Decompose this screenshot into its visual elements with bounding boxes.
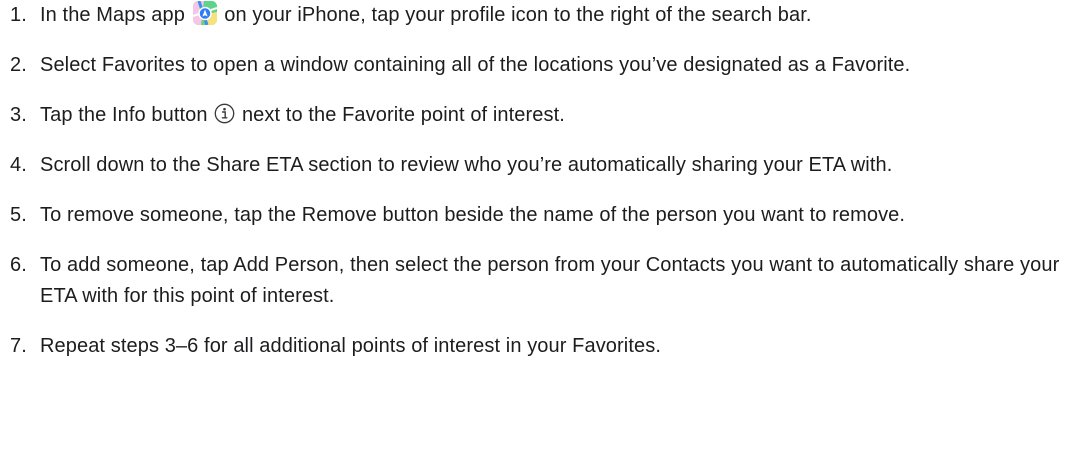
step-3: 3. Tap the Info button next to the Favor… [0,100,1088,131]
step-number: 2. [10,54,27,76]
instruction-steps-list: 1. In the Maps app on your iPhone, tap y… [0,0,1088,362]
step-text: Select Favorites to open a window contai… [40,54,911,76]
step-text-before-icon: Tap the Info button [40,104,208,126]
step-number: 3. [10,104,27,126]
info-icon [214,103,235,124]
step-2: 2. Select Favorites to open a window con… [0,50,1088,81]
step-text: Scroll down to the Share ETA section to … [40,154,893,176]
step-1: 1. In the Maps app on your iPhone, tap y… [0,0,1088,31]
step-text: To remove someone, tap the Remove button… [40,204,906,226]
step-6: 6. To add someone, tap Add Person, then … [0,250,1088,312]
step-number: 1. [10,4,27,26]
step-text-after-icon: next to the Favorite point of interest. [241,104,565,126]
step-number: 4. [10,154,27,176]
step-text-before-icon: In the Maps app [40,4,185,26]
step-text: To add someone, tap Add Person, then sel… [40,254,1060,307]
step-number: 7. [10,335,27,357]
step-number: 6. [10,254,27,276]
step-text-after-icon: on your iPhone, tap your profile icon to… [224,4,812,26]
step-text: Repeat steps 3–6 for all additional poin… [40,335,661,357]
maps-app-icon [192,1,217,25]
step-5: 5. To remove someone, tap the Remove but… [0,200,1088,231]
step-4: 4. Scroll down to the Share ETA section … [0,150,1088,181]
step-number: 5. [10,204,27,226]
step-7: 7. Repeat steps 3–6 for all additional p… [0,331,1088,362]
